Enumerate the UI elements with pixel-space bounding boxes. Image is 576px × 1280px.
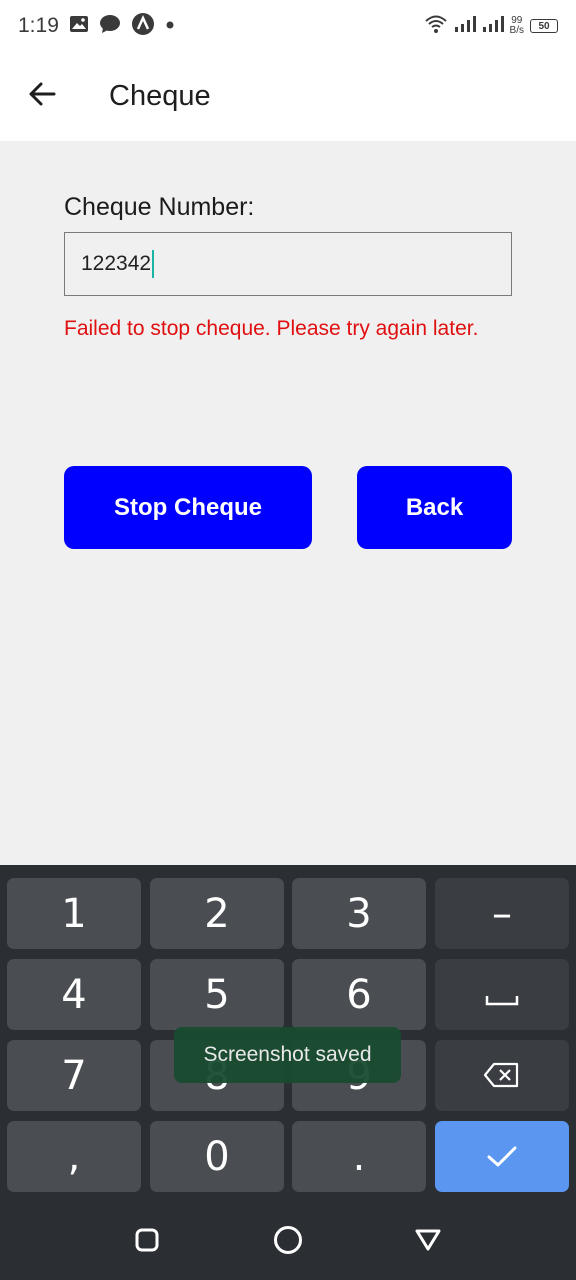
space-icon xyxy=(485,972,519,1017)
key-space[interactable] xyxy=(435,959,569,1030)
key-0[interactable]: 0 xyxy=(150,1121,284,1192)
cheque-number-value: 122342 xyxy=(81,252,152,275)
cheque-number-input[interactable]: 122342 xyxy=(64,232,512,296)
dot-icon xyxy=(165,17,175,35)
key-comma[interactable]: , xyxy=(7,1121,141,1192)
text-cursor xyxy=(152,250,155,278)
cheque-number-label: Cheque Number: xyxy=(64,193,255,221)
image-icon xyxy=(69,15,89,38)
key-7[interactable]: 7 xyxy=(7,1040,141,1111)
back-nav-button[interactable] xyxy=(408,1222,448,1262)
triangle-icon xyxy=(414,1227,442,1258)
arrow-left-icon xyxy=(28,80,56,113)
key-period[interactable]: . xyxy=(292,1121,426,1192)
app-notification-icon xyxy=(131,12,155,41)
key-5[interactable]: 5 xyxy=(150,959,284,1030)
key-2[interactable]: 2 xyxy=(150,878,284,949)
checkmark-icon xyxy=(486,1134,518,1179)
key-1[interactable]: 1 xyxy=(7,878,141,949)
square-icon xyxy=(134,1227,160,1258)
key-backspace[interactable] xyxy=(435,1040,569,1111)
app-bar: Cheque xyxy=(0,52,576,141)
status-time: 1:19 xyxy=(18,14,59,37)
notification-icons xyxy=(69,12,175,41)
chat-bubble-icon xyxy=(99,14,121,39)
net-speed-unit: B/s xyxy=(509,25,524,36)
page-title: Cheque xyxy=(109,80,211,112)
key-minus[interactable]: – xyxy=(435,878,569,949)
back-button[interactable]: Back xyxy=(357,466,512,549)
key-4[interactable]: 4 xyxy=(7,959,141,1030)
status-right: 99 B/s 50 xyxy=(424,14,558,39)
system-nav-bar xyxy=(0,1204,576,1280)
home-button[interactable] xyxy=(268,1222,308,1262)
key-3[interactable]: 3 xyxy=(292,878,426,949)
key-done[interactable] xyxy=(435,1121,569,1192)
recents-button[interactable] xyxy=(127,1222,167,1262)
main-content: Cheque Number: 122342 Failed to stop che… xyxy=(0,141,576,865)
signal-icon xyxy=(454,15,476,38)
wifi-icon xyxy=(424,14,448,39)
battery-icon: 50 xyxy=(530,19,558,33)
key-6[interactable]: 6 xyxy=(292,959,426,1030)
circle-icon xyxy=(273,1225,303,1260)
toast-message: Screenshot saved xyxy=(174,1027,401,1083)
backspace-icon xyxy=(483,1053,520,1098)
error-message: Failed to stop cheque. Please try again … xyxy=(64,317,479,340)
net-speed: 99 B/s xyxy=(510,16,524,36)
back-arrow-button[interactable] xyxy=(0,52,84,141)
status-bar: 1:19 99 B/s 50 xyxy=(0,0,576,52)
signal-icon-2 xyxy=(482,15,504,38)
stop-cheque-button[interactable]: Stop Cheque xyxy=(64,466,312,549)
